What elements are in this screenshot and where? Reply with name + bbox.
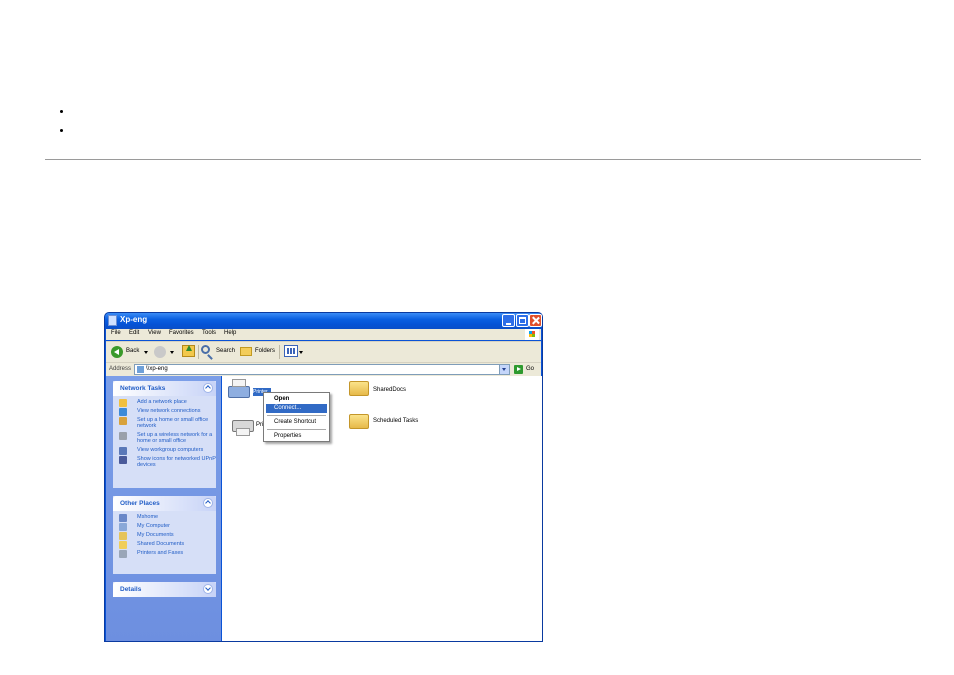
folders-button[interactable]: Folders [255, 348, 275, 354]
network-computer-icon [137, 366, 144, 373]
panel-header[interactable]: Other Places [113, 496, 216, 511]
details-panel: Details [113, 582, 216, 597]
place-shared-documents[interactable]: Shared Documents [119, 541, 216, 549]
menu-help[interactable]: Help [224, 330, 236, 336]
menu-file[interactable]: File [111, 330, 121, 336]
computer-icon [119, 523, 127, 531]
wireless-icon [119, 432, 127, 440]
go-button[interactable]: Go [526, 366, 534, 372]
menu-tools[interactable]: Tools [202, 330, 216, 336]
collapse-chevron-icon[interactable] [203, 383, 213, 393]
task-pane: Network Tasks Add a network place View n… [106, 376, 221, 641]
menu-separator [267, 429, 326, 430]
windows-logo-icon [525, 329, 539, 340]
minimize-button[interactable] [502, 314, 515, 327]
address-value[interactable]: \\xp-eng [146, 366, 168, 372]
printer-icon[interactable] [228, 386, 250, 398]
menu-view[interactable]: View [148, 330, 161, 336]
back-button[interactable]: Back [126, 348, 139, 354]
search-button[interactable]: Search [216, 348, 235, 354]
workgroup-icon [119, 447, 127, 455]
network-computer-icon [108, 315, 117, 326]
up-folder-icon[interactable] [182, 345, 195, 357]
panel-title: Details [120, 586, 142, 593]
explorer-window: Xp-eng File Edit View Favorites Tools He… [104, 312, 543, 642]
forward-dropdown-icon[interactable] [170, 351, 174, 354]
panel-header[interactable]: Details [113, 582, 216, 597]
title-bar[interactable]: Xp-eng [105, 313, 542, 329]
task-setup-home-network[interactable]: Set up a home or small office network [119, 417, 216, 429]
address-input[interactable]: \\xp-eng [134, 364, 510, 375]
place-mshome[interactable]: Mshome [119, 514, 216, 522]
bullet-dot [60, 110, 63, 113]
menu-create-shortcut[interactable]: Create Shortcut [266, 418, 327, 427]
network-tasks-panel: Network Tasks Add a network place View n… [113, 381, 216, 488]
maximize-button[interactable] [516, 314, 529, 327]
back-dropdown-icon[interactable] [144, 351, 148, 354]
panel-title: Other Places [120, 500, 160, 507]
panel-header[interactable]: Network Tasks [113, 381, 216, 396]
horizontal-rule [45, 159, 921, 160]
other-places-panel: Other Places Mshome My Computer My Docum… [113, 496, 216, 574]
toolbar-separator [198, 345, 199, 359]
file-scheduled-tasks[interactable]: Scheduled Tasks [373, 418, 418, 424]
context-menu: Open Connect... Create Shortcut Properti… [263, 392, 330, 442]
place-my-computer[interactable]: My Computer [119, 523, 216, 531]
expand-chevron-icon[interactable] [203, 584, 213, 594]
views-icon[interactable] [284, 345, 298, 357]
collapse-chevron-icon[interactable] [203, 498, 213, 508]
forward-arrow-icon[interactable] [154, 346, 166, 358]
upnp-icon [119, 456, 127, 464]
views-dropdown-icon[interactable] [299, 351, 303, 354]
menu-open[interactable]: Open [266, 395, 327, 404]
task-show-upnp[interactable]: Show icons for networked UPnP devices [119, 456, 216, 468]
menu-separator [267, 415, 326, 416]
add-place-icon [119, 399, 127, 407]
go-arrow-icon[interactable] [514, 365, 523, 374]
menu-edit[interactable]: Edit [129, 330, 139, 336]
scheduled-tasks-folder-icon[interactable] [349, 414, 369, 429]
documents-folder-icon [119, 532, 127, 540]
menu-connect[interactable]: Connect... [266, 404, 327, 413]
back-arrow-icon[interactable] [111, 346, 123, 358]
toolbar: Back Search Folders [106, 341, 541, 362]
task-view-network-connections[interactable]: View network connections [119, 408, 216, 416]
shared-folder-icon[interactable] [349, 381, 369, 396]
address-dropdown-icon[interactable] [499, 365, 509, 374]
task-setup-wireless-network[interactable]: Set up a wireless network for a home or … [119, 432, 216, 444]
toolbar-separator [279, 345, 280, 359]
address-label: Address [109, 366, 132, 372]
menu-properties[interactable]: Properties [266, 432, 327, 441]
close-button[interactable] [529, 314, 542, 327]
folders-icon[interactable] [240, 347, 252, 356]
window-title: Xp-eng [120, 315, 148, 324]
place-printers-faxes[interactable]: Printers and Faxes [119, 550, 216, 558]
task-add-network-place[interactable]: Add a network place [119, 399, 216, 407]
address-bar: Address \\xp-eng Go [106, 362, 541, 376]
task-view-workgroup[interactable]: View workgroup computers [119, 447, 216, 455]
panel-title: Network Tasks [120, 385, 166, 392]
search-icon[interactable] [201, 345, 210, 354]
place-my-documents[interactable]: My Documents [119, 532, 216, 540]
bullet-dot [60, 129, 63, 132]
printer-icon [119, 550, 127, 558]
network-connections-icon [119, 408, 127, 416]
printer-paper-icon [232, 379, 246, 387]
home-network-icon [119, 417, 127, 425]
menu-favorites[interactable]: Favorites [169, 330, 194, 336]
menu-bar: File Edit View Favorites Tools Help [106, 329, 541, 340]
printer-paper-icon [236, 428, 250, 436]
workgroup-icon [119, 514, 127, 522]
shared-folder-icon [119, 541, 127, 549]
file-shared-docs[interactable]: SharedDocs [373, 387, 406, 393]
